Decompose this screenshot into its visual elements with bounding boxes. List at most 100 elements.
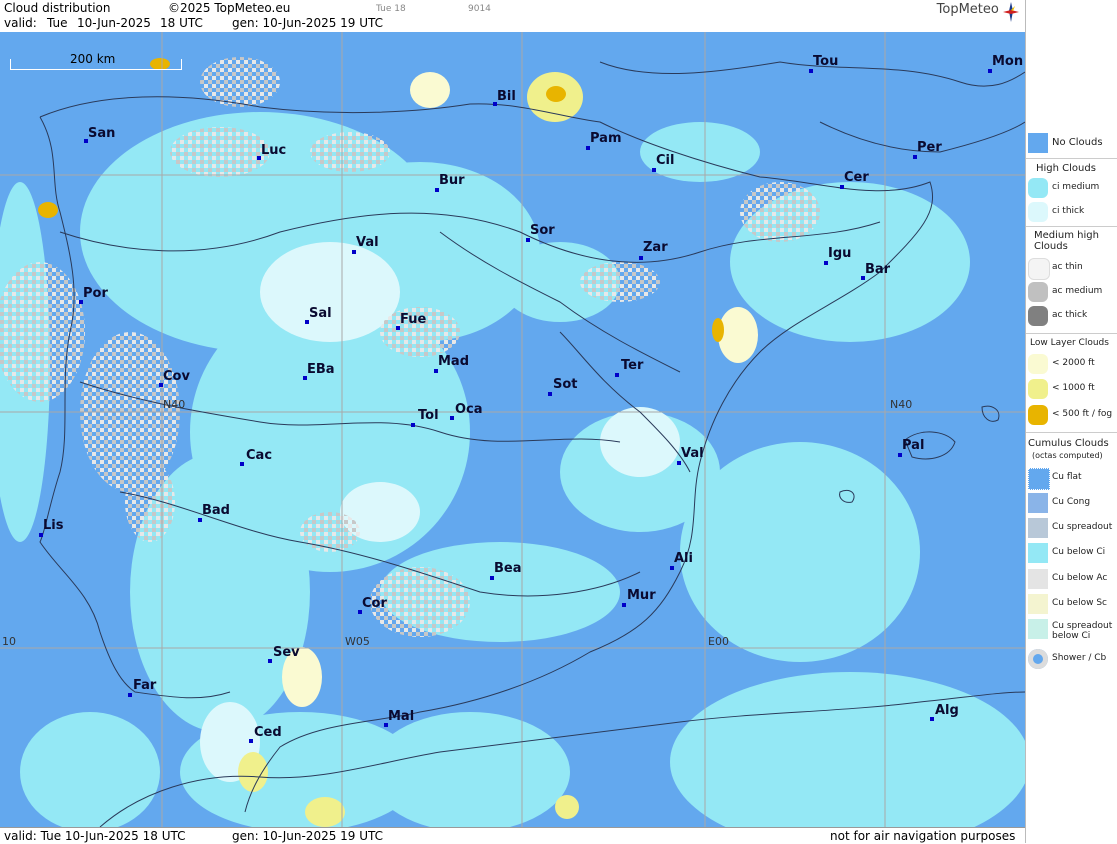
city-label-alg[interactable]: Alg: [935, 703, 959, 718]
city-label-mal[interactable]: Mal: [388, 709, 414, 724]
city-dot: [434, 369, 438, 373]
legend-cu-below-sc: Cu below Sc: [1028, 594, 1116, 614]
city-label-val-north[interactable]: Val: [356, 235, 379, 250]
grid-label-n40-right: N40: [890, 398, 913, 411]
legend-label: ac thick: [1052, 310, 1088, 320]
legend-label: < 500 ft / fog: [1052, 409, 1113, 419]
city-label-pal[interactable]: Pal: [902, 438, 924, 453]
city-dot: [930, 717, 934, 721]
city-label-tol[interactable]: Tol: [418, 408, 439, 423]
legend-no-clouds: No Clouds: [1028, 133, 1116, 153]
legend-label: No Clouds: [1052, 137, 1103, 148]
legend-cu-spreadout-below-ci: Cu spreadout below Ci: [1028, 619, 1116, 645]
city-dot: [652, 168, 656, 172]
city-label-por[interactable]: Por: [83, 286, 108, 301]
footer-disclaimer: not for air navigation purposes: [830, 829, 1016, 843]
legend-label: < 1000 ft: [1052, 383, 1095, 393]
legend-lt1000: < 1000 ft: [1028, 379, 1116, 399]
small-code-2: 9014: [468, 4, 491, 14]
city-label-cor[interactable]: Cor: [362, 596, 387, 611]
city-label-zar[interactable]: Zar: [643, 240, 668, 255]
legend-label: Cu flat: [1052, 472, 1082, 482]
city-label-san[interactable]: San: [88, 126, 115, 141]
topmeteo-logo: TopMeteo: [937, 2, 1019, 22]
city-label-pam[interactable]: Pam: [590, 131, 622, 146]
city-label-cac[interactable]: Cac: [246, 448, 272, 463]
city-label-fue[interactable]: Fue: [400, 312, 426, 327]
legend-section-medium: Medium high Clouds: [1034, 230, 1099, 252]
valid-time: 18 UTC: [160, 16, 203, 30]
city-dot: [586, 146, 590, 150]
city-dot: [39, 533, 43, 537]
divider: [1026, 432, 1117, 433]
map-footer: valid: Tue 10-Jun-2025 18 UTC gen: 10-Ju…: [0, 827, 1025, 844]
legend-label: ac thin: [1052, 262, 1083, 272]
city-dot: [639, 256, 643, 260]
city-dot: [988, 69, 992, 73]
city-label-eba[interactable]: EBa: [307, 362, 335, 377]
city-label-cer[interactable]: Cer: [844, 170, 869, 185]
grid-label-w05: W05: [345, 635, 370, 648]
swatch-cu-below-ci: [1028, 543, 1048, 563]
map-graphics: [0, 32, 1025, 827]
legend-label: ac medium: [1052, 286, 1103, 296]
city-label-cov[interactable]: Cov: [163, 369, 190, 384]
city-dot: [898, 453, 902, 457]
city-dot: [677, 461, 681, 465]
city-dot: [615, 373, 619, 377]
city-label-tou[interactable]: Tou: [813, 54, 838, 69]
city-label-bur[interactable]: Bur: [439, 173, 465, 188]
city-dot: [249, 739, 253, 743]
swatch-ac-thick: [1028, 306, 1048, 326]
city-label-per[interactable]: Per: [917, 140, 942, 155]
city-label-lis[interactable]: Lis: [43, 518, 63, 533]
city-label-val-east[interactable]: Val: [681, 446, 704, 461]
city-label-mur[interactable]: Mur: [627, 588, 656, 603]
legend-ac-medium: ac medium: [1028, 282, 1116, 302]
city-label-far[interactable]: Far: [133, 678, 156, 693]
city-label-luc[interactable]: Luc: [261, 143, 286, 158]
legend-lt500: < 500 ft / fog: [1028, 405, 1116, 425]
legend-label: Cu Cong: [1052, 497, 1091, 507]
legend-cu-flat: Cu flat: [1028, 468, 1116, 490]
city-label-sal[interactable]: Sal: [309, 306, 332, 321]
valid-day: Tue: [47, 16, 68, 30]
city-label-bea[interactable]: Bea: [494, 561, 522, 576]
city-label-mad[interactable]: Mad: [438, 354, 469, 369]
grid-label-n40-left: N40: [163, 398, 186, 411]
valid-date: 10-Jun-2025: [77, 16, 151, 30]
city-label-sor[interactable]: Sor: [530, 223, 555, 238]
city-label-oca[interactable]: Oca: [455, 402, 483, 417]
compass-icon: [1003, 2, 1019, 22]
legend-cu-cong: Cu Cong: [1028, 493, 1116, 513]
map-header: Cloud distribution ©2025 TopMeteo.eu Tue…: [0, 0, 1025, 33]
legend-label: Cu spreadout below Ci: [1052, 621, 1113, 641]
city-dot: [268, 659, 272, 663]
swatch-ac-medium: [1028, 282, 1048, 302]
city-dot: [622, 603, 626, 607]
legend-ac-thick: ac thick: [1028, 306, 1116, 326]
legend-ci-medium: ci medium: [1028, 178, 1116, 198]
swatch-cu-spreadout: [1028, 518, 1048, 538]
swatch-ci-thick: [1028, 202, 1048, 222]
legend-label: < 2000 ft: [1052, 358, 1095, 368]
cloud-map[interactable]: 200 km N40 N40 W05 E00 10 San Luc Bil Pa…: [0, 32, 1025, 827]
map-title: Cloud distribution: [4, 1, 111, 15]
city-dot: [548, 392, 552, 396]
city-label-bad[interactable]: Bad: [202, 503, 230, 518]
swatch-cu-spreadout-below-ci: [1028, 619, 1048, 639]
city-label-ced[interactable]: Ced: [254, 725, 282, 740]
city-label-mon[interactable]: Mon: [992, 54, 1023, 69]
city-label-bil[interactable]: Bil: [497, 89, 516, 104]
city-label-bar[interactable]: Bar: [865, 262, 890, 277]
swatch-ac-thin: [1028, 258, 1050, 280]
city-dot: [352, 250, 356, 254]
city-label-sev[interactable]: Sev: [273, 645, 300, 660]
city-label-cil[interactable]: Cil: [656, 153, 674, 168]
city-label-igu[interactable]: Igu: [828, 246, 851, 261]
city-label-ali[interactable]: Ali: [674, 551, 693, 566]
city-dot: [128, 693, 132, 697]
swatch-lt2000: [1028, 354, 1048, 374]
city-label-sot[interactable]: Sot: [553, 377, 578, 392]
city-label-ter[interactable]: Ter: [621, 358, 643, 373]
